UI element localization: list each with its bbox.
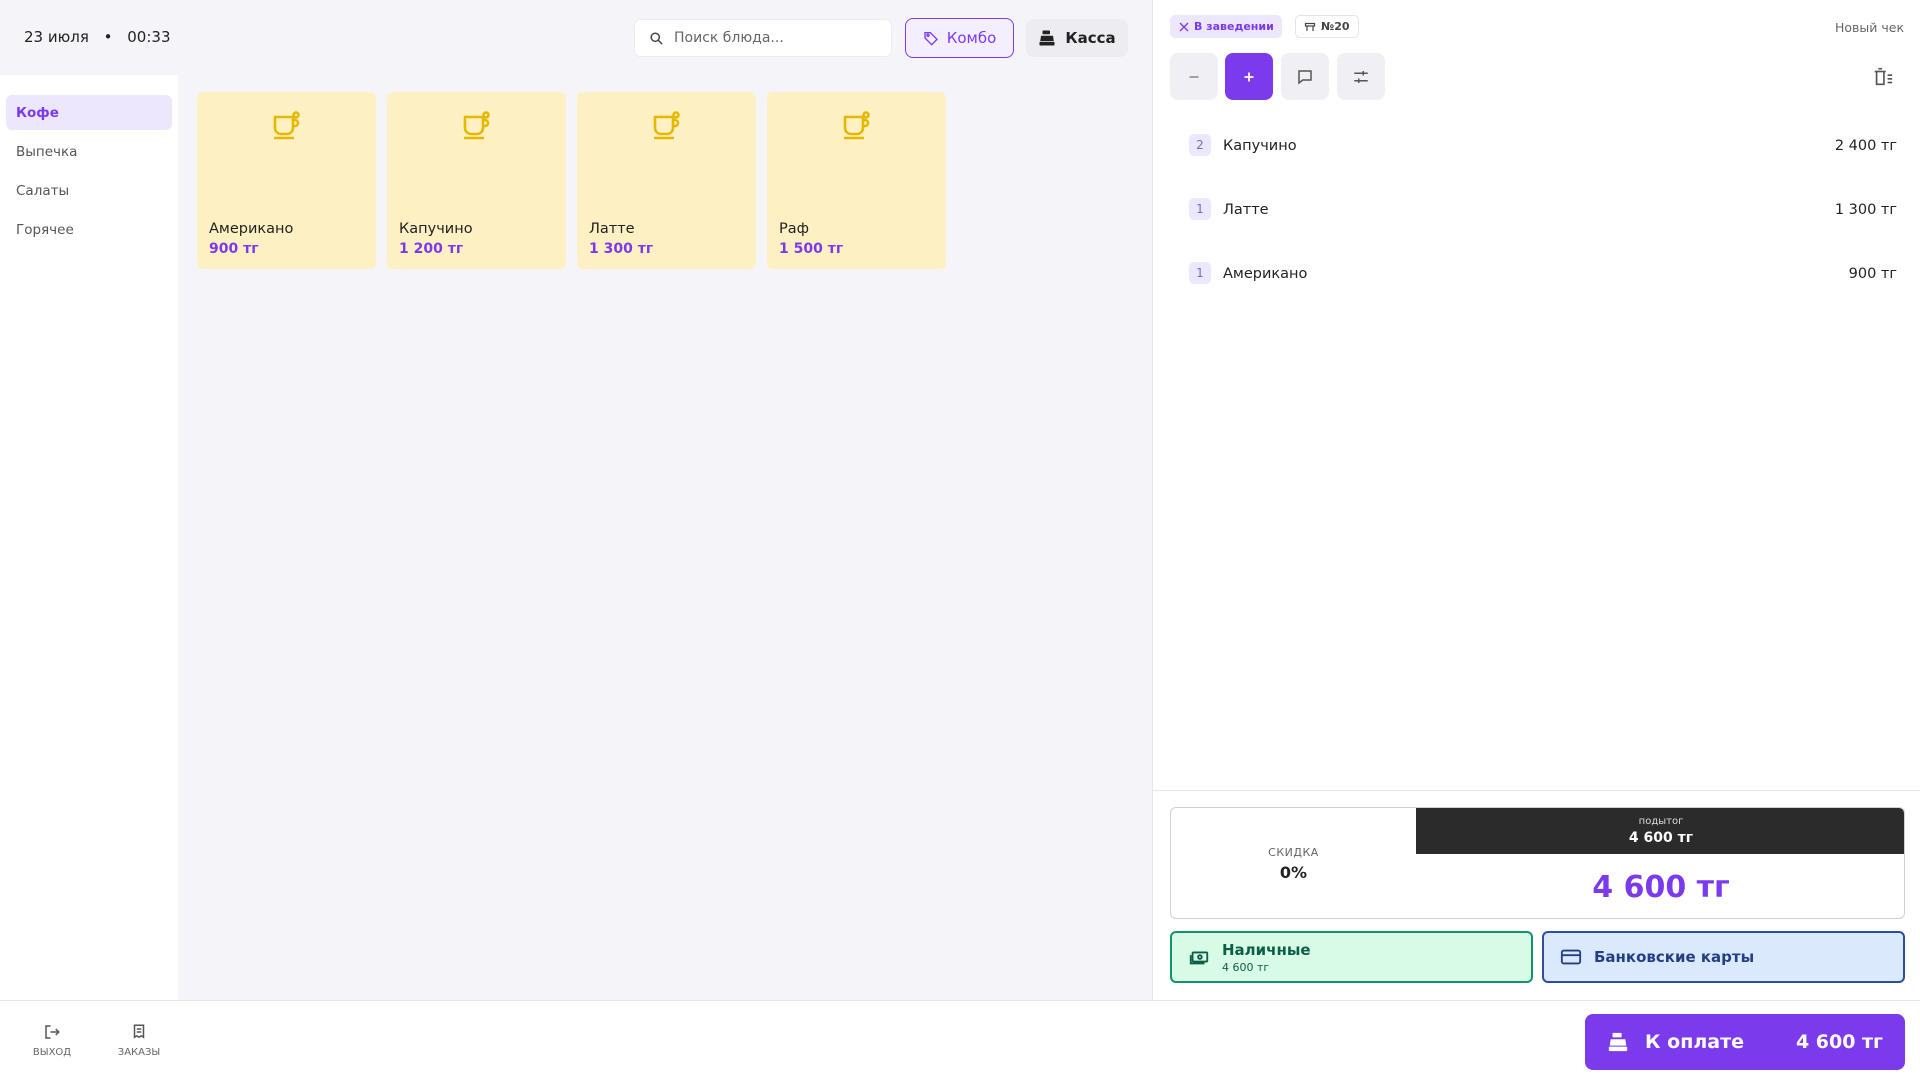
- order-line-qty: 1: [1189, 262, 1211, 284]
- order-line[interactable]: 1 Латте 1 300 тг: [1189, 198, 1897, 266]
- discount-section[interactable]: СКИДКА 0%: [1171, 808, 1416, 918]
- order-line-qty: 2: [1189, 134, 1211, 156]
- sliders-icon: [1354, 70, 1368, 83]
- checkout-label: К оплате: [1645, 1031, 1744, 1053]
- logout-icon: [45, 1025, 60, 1039]
- discount-label: СКИДКА: [1268, 846, 1319, 859]
- plus-icon: [1244, 72, 1254, 81]
- exit-label: ВЫХОД: [32, 1047, 72, 1058]
- order-line-name: Американо: [1223, 266, 1308, 282]
- order-type-badge[interactable]: В заведении: [1170, 15, 1282, 38]
- main-area: 23 июля • 00:33 Комбо Касса Кофе Выпечка…: [0, 0, 1152, 1000]
- category-hot[interactable]: Горячее: [6, 212, 172, 247]
- menu-item-price: 1 300 тг: [589, 241, 654, 257]
- discount-value: 0%: [1279, 863, 1308, 882]
- increase-button[interactable]: [1225, 53, 1273, 100]
- minus-icon: [1189, 75, 1199, 78]
- search-icon: [650, 31, 663, 45]
- coffee-cup-icon: [273, 111, 300, 140]
- order-list: 2 Капучино 2 400 тг 1 Латте 1 300 тг 1 А…: [1189, 134, 1897, 330]
- menu-item-card[interactable]: Капучино 1 200 тг: [387, 92, 566, 269]
- table-badge[interactable]: №20: [1295, 15, 1359, 38]
- subtotal-header: подытог 4 600 тг: [1416, 808, 1904, 854]
- date-text: 23 июля: [24, 28, 89, 46]
- bottom-bar: ВЫХОД ЗАКАЗЫ К оплате 4 600 тг: [0, 1000, 1920, 1080]
- search-box[interactable]: [634, 19, 892, 57]
- subtotal-value: 4 600 тг: [1628, 830, 1694, 846]
- clear-order-icon[interactable]: [1872, 66, 1894, 88]
- credit-card-icon: [1560, 949, 1582, 965]
- card-payment-label: Банковские карты: [1594, 948, 1755, 966]
- date-time: 23 июля • 00:33: [24, 28, 171, 46]
- menu-item-card[interactable]: Американо 900 тг: [197, 92, 376, 269]
- tag-icon: [924, 32, 938, 46]
- menu-item-price: 1 200 тг: [399, 241, 464, 257]
- menu-item-name: Американо: [209, 221, 294, 237]
- order-line-sum: 1 300 тг: [1834, 202, 1897, 218]
- cash-text: Наличные 4 600 тг: [1222, 941, 1311, 974]
- cash-register-icon: [1039, 30, 1055, 46]
- order-type-label: В заведении: [1194, 20, 1274, 33]
- receipt-icon: [133, 1024, 145, 1039]
- menu-item-name: Латте: [589, 221, 635, 237]
- checkout-button[interactable]: К оплате 4 600 тг: [1585, 1014, 1905, 1070]
- cash-label: Наличные: [1222, 940, 1311, 959]
- menu-item-card[interactable]: Раф 1 500 тг: [767, 92, 946, 269]
- orders-label: ЗАКАЗЫ: [117, 1047, 161, 1058]
- order-line[interactable]: 2 Капучино 2 400 тг: [1189, 134, 1897, 202]
- kassa-label: Касса: [1065, 29, 1116, 47]
- combo-label: Комбо: [946, 29, 997, 47]
- decrease-button[interactable]: [1170, 53, 1218, 100]
- order-line-sum: 2 400 тг: [1834, 138, 1897, 154]
- totals-box: СКИДКА 0% подытог 4 600 тг 4 600 тг: [1170, 807, 1905, 919]
- menu-item-name: Раф: [779, 221, 810, 237]
- new-check-link[interactable]: Новый чек: [1835, 20, 1904, 35]
- cash-amount: 4 600 тг: [1222, 960, 1270, 974]
- modifiers-button[interactable]: [1337, 53, 1385, 100]
- exit-button[interactable]: ВЫХОД: [22, 1023, 82, 1058]
- coffee-cup-icon: [653, 111, 680, 140]
- category-coffee[interactable]: Кофе: [6, 95, 172, 130]
- grand-total: 4 600 тг: [1592, 869, 1730, 905]
- coffee-cup-icon: [463, 111, 490, 140]
- date-separator: •: [103, 28, 113, 46]
- menu-item-price: 900 тг: [209, 241, 259, 257]
- cash-register-icon: [1608, 1032, 1628, 1052]
- table-icon: [1304, 22, 1316, 31]
- divider: [1153, 790, 1920, 791]
- order-line-sum: 900 тг: [1848, 266, 1897, 282]
- order-line[interactable]: 1 Американо 900 тг: [1189, 262, 1897, 330]
- category-sidebar: Кофе Выпечка Салаты Горячее: [0, 75, 178, 1000]
- orders-button[interactable]: ЗАКАЗЫ: [109, 1023, 169, 1058]
- cash-icon: [1189, 951, 1209, 965]
- menu-item-card[interactable]: Латте 1 300 тг: [577, 92, 756, 269]
- order-line-name: Латте: [1223, 202, 1269, 218]
- coffee-cup-icon: [843, 111, 870, 140]
- combo-button[interactable]: Комбо: [905, 18, 1014, 58]
- cash-payment-button[interactable]: Наличные 4 600 тг: [1170, 931, 1533, 983]
- category-salads[interactable]: Салаты: [6, 173, 172, 208]
- checkout-amount: 4 600 тг: [1795, 1031, 1883, 1053]
- top-bar: 23 июля • 00:33 Комбо Касса: [0, 0, 1152, 75]
- order-line-qty: 1: [1189, 198, 1211, 220]
- kassa-button[interactable]: Касса: [1026, 19, 1128, 57]
- category-pastry[interactable]: Выпечка: [6, 134, 172, 169]
- table-number: №20: [1321, 20, 1350, 33]
- menu-item-price: 1 500 тг: [779, 241, 844, 257]
- menu-grid: Американо 900 тг Капучино 1 200 тг Латте…: [197, 92, 946, 269]
- comment-icon: [1298, 69, 1312, 85]
- comment-button[interactable]: [1281, 53, 1329, 100]
- order-line-name: Капучино: [1223, 138, 1297, 154]
- subtotal-label: подытог: [1638, 816, 1684, 827]
- time-text: 00:33: [127, 28, 171, 46]
- search-input[interactable]: [674, 30, 874, 46]
- menu-item-name: Капучино: [399, 221, 473, 237]
- order-panel: В заведении №20 Новый чек 2 Капучино 2 4…: [1152, 0, 1920, 1000]
- card-payment-button[interactable]: Банковские карты: [1542, 931, 1905, 983]
- cutlery-icon: [1179, 22, 1189, 31]
